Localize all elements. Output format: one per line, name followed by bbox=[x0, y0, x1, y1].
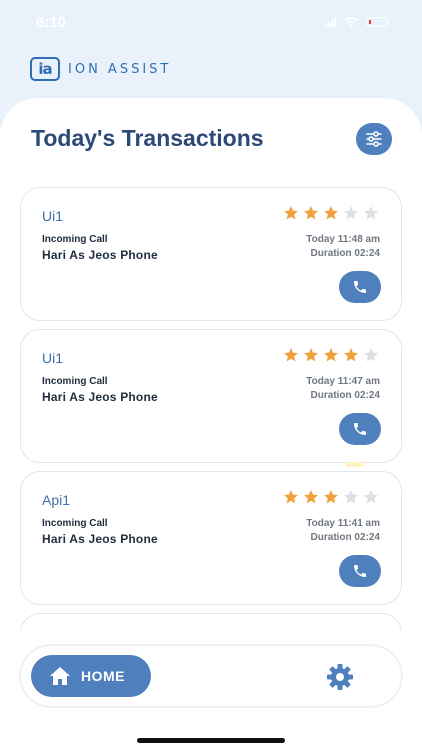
star-filled-icon bbox=[304, 348, 318, 362]
home-icon bbox=[50, 667, 70, 685]
caller-name: Hari As Jeos Phone bbox=[42, 532, 158, 546]
brand-logo: ia bbox=[30, 57, 60, 81]
sliders-icon bbox=[366, 131, 382, 147]
transaction-name: Api1 bbox=[42, 492, 71, 508]
transaction-list[interactable]: Ui1 Incoming Call Hari As Jeos Phone Today … bbox=[20, 187, 402, 631]
star-filled-icon bbox=[324, 348, 338, 362]
star-filled-icon bbox=[304, 206, 318, 220]
phone-icon bbox=[354, 281, 366, 293]
call-duration: Duration 02:24 bbox=[310, 532, 380, 543]
transaction-card[interactable]: Ui1 Incoming Call Hari As Jeos Phone Today … bbox=[20, 187, 402, 321]
call-duration: Duration 02:24 bbox=[310, 248, 380, 259]
transaction-time: Today 11:48 am bbox=[306, 234, 380, 245]
rating-stars bbox=[283, 347, 379, 363]
transaction-name: Ui1 bbox=[42, 350, 64, 366]
battery-icon bbox=[366, 17, 388, 27]
status-bar: 6:10 bbox=[0, 0, 422, 44]
transaction-card[interactable]: Ui1 Incoming Call Hari As Jeos Phone Today … bbox=[20, 329, 402, 463]
scroll-indicator[interactable] bbox=[346, 462, 364, 467]
star-filled-icon bbox=[284, 490, 298, 504]
filter-button[interactable] bbox=[356, 123, 392, 155]
call-duration: Duration 02:24 bbox=[310, 390, 380, 401]
star-empty-icon bbox=[364, 348, 378, 362]
star-filled-icon bbox=[284, 348, 298, 362]
brand-name: ION ASSIST bbox=[68, 61, 172, 77]
call-type: Incoming Call bbox=[42, 376, 108, 387]
page-title: Today's Transactions bbox=[31, 125, 264, 151]
star-filled-icon bbox=[284, 206, 298, 220]
star-empty-icon bbox=[364, 206, 378, 220]
home-label: HOME bbox=[81, 668, 125, 684]
signal-icon bbox=[325, 17, 336, 27]
rating-stars bbox=[283, 205, 379, 221]
transaction-name: Ui1 bbox=[42, 208, 64, 224]
status-icons bbox=[325, 17, 388, 27]
home-indicator bbox=[137, 738, 285, 743]
phone-icon bbox=[354, 423, 366, 435]
call-button[interactable] bbox=[339, 271, 381, 303]
wifi-icon bbox=[344, 17, 358, 27]
star-filled-icon bbox=[304, 490, 318, 504]
home-button[interactable]: HOME bbox=[31, 655, 151, 697]
transaction-time: Today 11:41 am bbox=[306, 518, 380, 529]
gear-icon bbox=[327, 664, 353, 690]
status-time: 6:10 bbox=[36, 13, 67, 31]
transaction-card[interactable]: Api1 Incoming Call Hari As Jeos Phone Today… bbox=[20, 471, 402, 605]
call-type: Incoming Call bbox=[42, 518, 108, 529]
rating-stars bbox=[283, 489, 379, 505]
phone-icon bbox=[354, 565, 366, 577]
star-filled-icon bbox=[344, 348, 358, 362]
brand: ia ION ASSIST bbox=[30, 57, 171, 81]
star-empty-icon bbox=[364, 490, 378, 504]
transaction-time: Today 11:47 am bbox=[306, 376, 380, 387]
call-button[interactable] bbox=[339, 555, 381, 587]
settings-button[interactable] bbox=[324, 661, 356, 693]
caller-name: Hari As Jeos Phone bbox=[42, 248, 158, 262]
bottom-nav: HOME bbox=[20, 645, 402, 707]
star-filled-icon bbox=[324, 206, 338, 220]
star-filled-icon bbox=[324, 490, 338, 504]
caller-name: Hari As Jeos Phone bbox=[42, 390, 158, 404]
star-empty-icon bbox=[344, 490, 358, 504]
star-empty-icon bbox=[344, 206, 358, 220]
call-button[interactable] bbox=[339, 413, 381, 445]
call-type: Incoming Call bbox=[42, 234, 108, 245]
transaction-card-partial[interactable] bbox=[20, 613, 402, 631]
